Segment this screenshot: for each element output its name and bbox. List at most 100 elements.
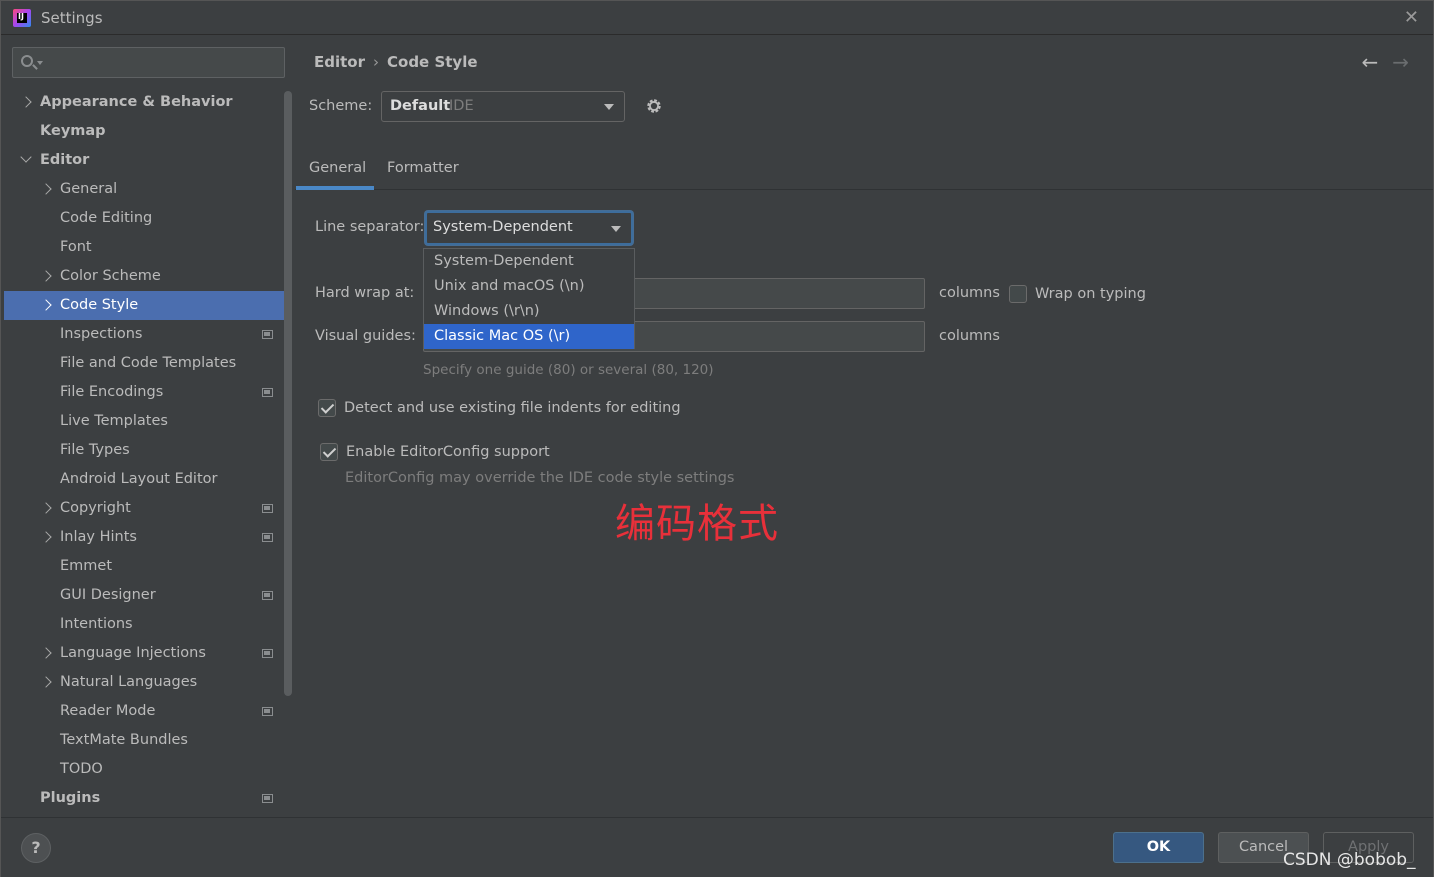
chevron-down-icon	[604, 104, 614, 110]
visual-guides-label: Visual guides:	[315, 328, 416, 344]
chevron-right-icon[interactable]	[40, 647, 52, 659]
help-button[interactable]: ?	[21, 833, 51, 863]
gear-icon[interactable]	[645, 97, 663, 115]
line-separator-select[interactable]: System-Dependent	[425, 211, 633, 245]
sidebar-item-label: General	[60, 181, 118, 197]
chevron-right-icon[interactable]	[40, 299, 52, 311]
line-separator-dropdown: System-Dependent Unix and macOS (\n) Win…	[423, 248, 635, 349]
settings-dialog: IJ Settings ✕ Appearance & Behavior Keyma…	[0, 0, 1434, 877]
sidebar-item-file-and-code-templates[interactable]: File and Code Templates	[4, 349, 284, 378]
sidebar-item-inlay-hints[interactable]: Inlay Hints	[4, 523, 284, 552]
sidebar-item-emmet[interactable]: Emmet	[4, 552, 284, 581]
chevron-right-icon[interactable]	[40, 270, 52, 282]
ok-button[interactable]: OK	[1113, 832, 1204, 863]
breadcrumb-code-style: Code Style	[387, 53, 478, 71]
settings-search[interactable]	[12, 47, 285, 78]
sidebar-item-label: GUI Designer	[60, 587, 156, 603]
hard-wrap-unit: columns	[939, 285, 1000, 301]
editorconfig-checkbox[interactable]	[320, 443, 338, 461]
project-level-icon	[262, 707, 273, 716]
sidebar-item-code-style[interactable]: Code Style	[4, 291, 292, 320]
line-separator-value: System-Dependent	[433, 219, 573, 235]
sidebar-item-code-editing[interactable]: Code Editing	[4, 204, 284, 233]
back-arrow-icon[interactable]: ←	[1361, 50, 1378, 74]
sidebar-item-inspections[interactable]: Inspections	[4, 320, 284, 349]
chevron-right-icon[interactable]	[20, 96, 32, 108]
option-system-dependent[interactable]: System-Dependent	[424, 249, 634, 274]
tab-general[interactable]: General	[309, 160, 366, 176]
sidebar-item-label: Copyright	[60, 500, 131, 516]
editorconfig-hint: EditorConfig may override the IDE code s…	[345, 470, 735, 486]
line-separator-label: Line separator:	[315, 219, 425, 235]
scheme-suffix: IDE	[449, 98, 474, 114]
code-style-tabs: General Formatter	[295, 152, 1433, 190]
chevron-right-icon[interactable]	[40, 183, 52, 195]
sidebar-item-label: Reader Mode	[60, 703, 156, 719]
sidebar-item-label: Keymap	[40, 123, 106, 139]
option-windows[interactable]: Windows (\r\n)	[424, 299, 634, 324]
sidebar-item-appearance-behavior[interactable]: Appearance & Behavior	[4, 88, 284, 117]
project-level-icon	[262, 388, 273, 397]
chevron-down-icon	[611, 226, 621, 232]
chevron-right-icon[interactable]	[40, 502, 52, 514]
scheme-value: Default	[390, 98, 451, 114]
sidebar-item-keymap[interactable]: Keymap	[4, 117, 284, 146]
chevron-right-icon[interactable]	[40, 531, 52, 543]
tab-formatter[interactable]: Formatter	[387, 160, 459, 176]
breadcrumb: Editor › Code Style	[314, 53, 478, 71]
settings-content: Editor › Code Style ← → Scheme: Default IDE…	[295, 36, 1433, 817]
sidebar-item-android-layout-editor[interactable]: Android Layout Editor	[4, 465, 284, 494]
sidebar-item-intentions[interactable]: Intentions	[4, 610, 284, 639]
sidebar-item-todo[interactable]: TODO	[4, 755, 284, 784]
option-unix-macos[interactable]: Unix and macOS (\n)	[424, 274, 634, 299]
sidebar-item-textmate-bundles[interactable]: TextMate Bundles	[4, 726, 284, 755]
detect-indents-checkbox[interactable]	[318, 399, 336, 417]
sidebar-item-copyright[interactable]: Copyright	[4, 494, 284, 523]
search-input[interactable]	[47, 52, 277, 74]
scheme-select[interactable]: Default IDE	[381, 91, 625, 122]
sidebar-item-reader-mode[interactable]: Reader Mode	[4, 697, 284, 726]
editorconfig-label[interactable]: Enable EditorConfig support	[346, 444, 550, 460]
project-level-icon	[262, 794, 273, 803]
breadcrumb-editor[interactable]: Editor	[314, 53, 365, 71]
forward-arrow-icon[interactable]: →	[1392, 50, 1409, 74]
sidebar-item-gui-designer[interactable]: GUI Designer	[4, 581, 284, 610]
sidebar-item-color-scheme[interactable]: Color Scheme	[4, 262, 284, 291]
annotation-text: 编码格式	[615, 501, 779, 547]
hard-wrap-label: Hard wrap at:	[315, 285, 415, 301]
sidebar-item-live-templates[interactable]: Live Templates	[4, 407, 284, 436]
sidebar-item-label: Color Scheme	[60, 268, 161, 284]
sidebar-item-language-injections[interactable]: Language Injections	[4, 639, 284, 668]
sidebar-item-general[interactable]: General	[4, 175, 284, 204]
sidebar-item-label: Appearance & Behavior	[40, 94, 233, 110]
intellij-app-icon: IJ	[13, 9, 31, 27]
sidebar-item-label: Inspections	[60, 326, 143, 342]
sidebar-item-plugins[interactable]: Plugins	[4, 784, 284, 813]
close-icon[interactable]: ✕	[1404, 7, 1419, 28]
sidebar-item-natural-languages[interactable]: Natural Languages	[4, 668, 284, 697]
wrap-on-typing-checkbox[interactable]	[1009, 285, 1027, 303]
option-classic-mac-os[interactable]: Classic Mac OS (\r)	[424, 324, 634, 349]
chevron-down-icon[interactable]	[20, 151, 32, 163]
sidebar-item-label: Intentions	[60, 616, 133, 632]
detect-indents-label[interactable]: Detect and use existing file indents for…	[344, 400, 681, 416]
search-history-dropdown-icon[interactable]	[37, 61, 43, 65]
sidebar-item-label: Inlay Hints	[60, 529, 137, 545]
sidebar-item-label: Font	[60, 239, 92, 255]
sidebar-item-font[interactable]: Font	[4, 233, 284, 262]
sidebar-item-label: Natural Languages	[60, 674, 198, 690]
sidebar-item-label: Editor	[40, 152, 90, 168]
sidebar-item-label: Live Templates	[60, 413, 168, 429]
sidebar-item-editor[interactable]: Editor	[4, 146, 284, 175]
wrap-on-typing-label[interactable]: Wrap on typing	[1035, 286, 1146, 302]
navigation-arrows: ← →	[1347, 50, 1409, 74]
scheme-label: Scheme:	[309, 98, 373, 114]
visual-guides-hint: Specify one guide (80) or several (80, 1…	[423, 362, 714, 378]
sidebar-item-file-encodings[interactable]: File Encodings	[4, 378, 284, 407]
chevron-right-icon[interactable]	[40, 676, 52, 688]
sidebar-item-label: TextMate Bundles	[60, 732, 188, 748]
sidebar-item-label: File and Code Templates	[60, 355, 237, 371]
sidebar-scrollbar[interactable]	[284, 91, 292, 696]
sidebar-item-file-types[interactable]: File Types	[4, 436, 284, 465]
sidebar-item-label: File Types	[60, 442, 130, 458]
